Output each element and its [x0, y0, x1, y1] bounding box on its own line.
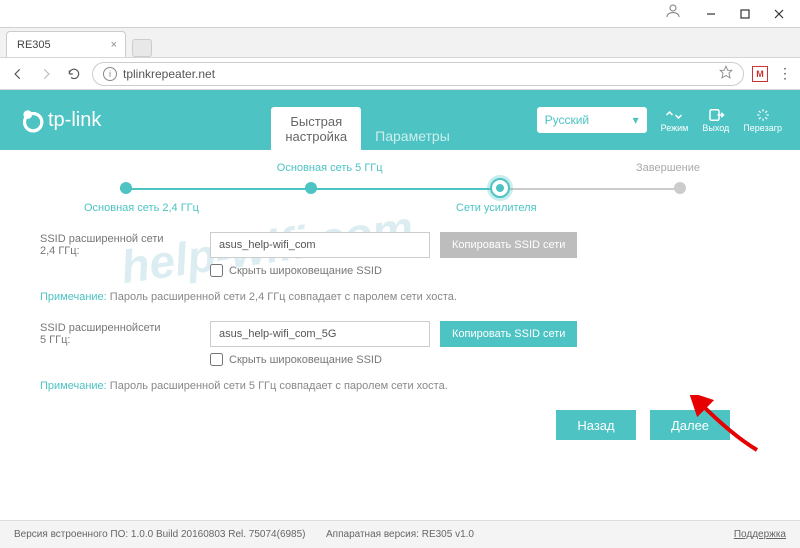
wizard-step-1-label: Основная сеть 2,4 ГГц	[84, 202, 199, 214]
chrome-menu-icon[interactable]: ⋮	[778, 65, 792, 82]
main-content: Основная сеть 2,4 ГГц Основная сеть 5 ГГ…	[0, 150, 800, 440]
copy-ssid-24-button[interactable]: Копировать SSID сети	[440, 232, 577, 258]
back-button[interactable]: Назад	[556, 410, 636, 440]
browser-toolbar: i tplinkrepeater.net M ⋮	[0, 58, 800, 90]
wizard-step-3-label: Сети усилителя	[456, 202, 537, 214]
checkbox-hide-ssid-24[interactable]	[210, 264, 223, 277]
firmware-version: Версия встроенного ПО: 1.0.0 Build 20160…	[14, 529, 306, 540]
label-hide-ssid-5: Скрыть широковещание SSID	[229, 354, 382, 366]
brand-text: tp-link	[48, 109, 101, 132]
main-tabs: Быстрая настройка Параметры	[271, 90, 463, 150]
browser-tab-title: RE305	[17, 39, 51, 51]
language-select[interactable]: Русский ▾	[537, 107, 647, 133]
nav-reload-button[interactable]	[64, 64, 84, 84]
logout-button[interactable]: Выход	[702, 108, 729, 133]
page-footer: Версия встроенного ПО: 1.0.0 Build 20160…	[0, 520, 800, 548]
browser-tab-strip: RE305 ×	[0, 28, 800, 58]
note-24: Примечание: Пароль расширенной сети 2,4 …	[40, 291, 760, 303]
wizard-step-2-label: Основная сеть 5 ГГц	[277, 162, 383, 174]
wizard-progress: Основная сеть 2,4 ГГц Основная сеть 5 ГГ…	[120, 166, 680, 222]
input-ssid-24[interactable]	[210, 232, 430, 258]
bookmark-star-icon[interactable]	[719, 65, 733, 82]
hardware-version: Аппаратная версия: RE305 v1.0	[326, 529, 474, 540]
window-maximize-button[interactable]	[728, 3, 762, 25]
wizard-step-4-dot	[674, 182, 686, 194]
input-ssid-5[interactable]	[210, 321, 430, 347]
site-info-icon[interactable]: i	[103, 67, 117, 81]
row-ssid-24: SSID расширенной сети 2,4 ГГц: Копироват…	[40, 232, 760, 258]
page-body: tp-link Быстрая настройка Параметры Русс…	[0, 90, 800, 520]
nav-back-button[interactable]	[8, 64, 28, 84]
row-hide-ssid-5: Скрыть широковещание SSID	[210, 353, 760, 366]
tab-parameters[interactable]: Параметры	[361, 120, 464, 150]
note-5: Примечание: Пароль расширенной сети 5 ГГ…	[40, 380, 760, 392]
nav-forward-button[interactable]	[36, 64, 56, 84]
support-link[interactable]: Поддержка	[734, 529, 786, 540]
checkbox-hide-ssid-5[interactable]	[210, 353, 223, 366]
new-tab-button[interactable]	[132, 39, 152, 57]
row-ssid-5: SSID расширеннойсети 5 ГГц: Копировать S…	[40, 321, 760, 347]
tab-quick-setup[interactable]: Быстрая настройка	[271, 107, 361, 150]
wizard-step-1-dot	[120, 182, 132, 194]
wizard-step-3-dot-active	[490, 178, 510, 198]
wizard-step-2-dot	[305, 182, 317, 194]
wizard-step-4-label: Завершение	[636, 162, 700, 174]
mode-button[interactable]: Режим	[661, 108, 689, 133]
window-minimize-button[interactable]	[694, 3, 728, 25]
copy-ssid-5-button[interactable]: Копировать SSID сети	[440, 321, 577, 347]
address-bar[interactable]: i tplinkrepeater.net	[92, 62, 744, 86]
gmail-extension-icon[interactable]: M	[752, 66, 768, 82]
browser-tab[interactable]: RE305 ×	[6, 31, 126, 57]
header-tools: Русский ▾ Режим Выход Перезагр	[537, 107, 782, 133]
url-text: tplinkrepeater.net	[123, 67, 215, 81]
next-button[interactable]: Далее	[650, 410, 730, 440]
label-hide-ssid-24: Скрыть широковещание SSID	[229, 265, 382, 277]
label-ssid-24: SSID расширенной сети 2,4 ГГц:	[40, 233, 200, 257]
wizard-nav-buttons: Назад Далее	[40, 410, 730, 440]
window-title-bar	[0, 0, 800, 28]
label-ssid-5: SSID расширеннойсети 5 ГГц:	[40, 322, 200, 346]
app-header: tp-link Быстрая настройка Параметры Русс…	[0, 90, 800, 150]
row-hide-ssid-24: Скрыть широковещание SSID	[210, 264, 760, 277]
reboot-button[interactable]: Перезагр	[743, 108, 782, 133]
brand-logo: tp-link	[18, 107, 101, 133]
tab-close-icon[interactable]: ×	[111, 39, 117, 51]
window-close-button[interactable]	[762, 3, 796, 25]
chevron-down-icon: ▾	[633, 113, 639, 127]
chrome-user-icon[interactable]	[664, 2, 682, 25]
